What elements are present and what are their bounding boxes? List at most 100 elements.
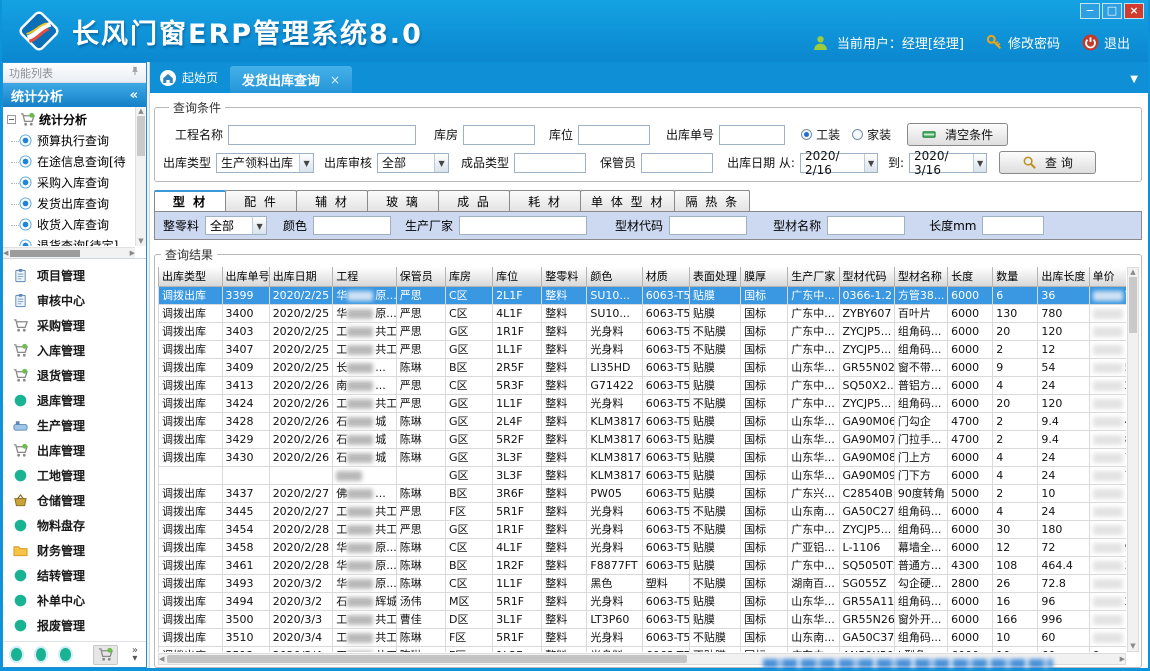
sidebar-item-3[interactable]: 入库管理 <box>3 338 146 363</box>
column-header-5[interactable]: 库房 <box>445 267 492 286</box>
table-row[interactable]: 调拨出库34542020/2/28工共工程严思G区1R1F整料光身料6063-T… <box>159 520 1127 538</box>
length-input[interactable] <box>982 216 1044 235</box>
sidebar-item-5[interactable]: 退库管理 <box>3 388 146 413</box>
sidebar-item-11[interactable]: 财务管理 <box>3 538 146 563</box>
table-row[interactable]: G区3L3F整料KLM38176063-T5贴膜国标山东华...GA90M09.… <box>159 466 1127 484</box>
table-row[interactable]: 调拨出库33992020/2/25华原...严思C区2L1F整料SU10...6… <box>159 286 1127 304</box>
maker-input[interactable] <box>459 216 587 235</box>
tree-item-2[interactable]: 采购入库查询 <box>5 172 134 193</box>
column-header-9[interactable]: 材质 <box>642 267 689 286</box>
column-header-3[interactable]: 工程 <box>333 267 397 286</box>
sidebar-item-13[interactable]: 补单中心 <box>3 588 146 613</box>
tree-item-5[interactable]: 退货查询[待定] <box>5 235 134 246</box>
grid-vertical-scrollbar[interactable]: ▲▼ <box>1127 267 1139 652</box>
material-tab-3[interactable]: 玻 璃 <box>367 190 439 211</box>
quick-dot-icon[interactable] <box>11 648 22 661</box>
material-tab-1[interactable]: 配 件 <box>225 190 297 211</box>
quick-cart-button[interactable] <box>93 645 118 665</box>
column-header-10[interactable]: 表面处理 <box>689 267 740 286</box>
close-button[interactable]: × <box>1124 3 1144 19</box>
column-header-4[interactable]: 保管员 <box>396 267 445 286</box>
clear-conditions-button[interactable]: 清空条件 <box>907 123 1008 146</box>
column-header-16[interactable]: 数量 <box>993 267 1038 286</box>
sidebar-item-12[interactable]: 结转管理 <box>3 563 146 588</box>
tree-item-3[interactable]: 发货出库查询 <box>5 193 134 214</box>
pin-icon[interactable] <box>130 66 140 79</box>
sidebar-item-2[interactable]: 采购管理 <box>3 313 146 338</box>
table-row[interactable]: 调拨出库34242020/2/26工共工程严思G区1L1F整料光身料6063-T… <box>159 394 1127 412</box>
column-header-6[interactable]: 库位 <box>493 267 542 286</box>
column-header-8[interactable]: 颜色 <box>587 267 642 286</box>
table-row[interactable]: 调拨出库34132020/2/26南...严思C区5R3F整料G71422606… <box>159 376 1127 394</box>
material-tab-5[interactable]: 耗 材 <box>509 190 581 211</box>
column-header-7[interactable]: 整零料 <box>542 267 587 286</box>
profile-code-input[interactable] <box>669 216 747 235</box>
table-row[interactable]: 调拨出库34282020/2/26石城陈琳G区2L4F整料KLM38176063… <box>159 412 1127 430</box>
sidebar-item-9[interactable]: 仓储管理 <box>3 488 146 513</box>
sidebar-item-6[interactable]: 生产管理 <box>3 413 146 438</box>
tree-item-0[interactable]: 预算执行查询 <box>5 130 134 151</box>
date-from-select[interactable]: 2020/ 2/16▼ <box>800 153 878 173</box>
table-row[interactable]: 调拨出库34452020/2/27工共工程严思F区5R1F整料光身料6063-T… <box>159 502 1127 520</box>
sidebar-item-7[interactable]: 出库管理 <box>3 438 146 463</box>
sidebar-item-14[interactable]: 报废管理 <box>3 613 146 638</box>
sidebar-item-0[interactable]: 项目管理 <box>3 263 146 288</box>
table-row[interactable]: 调拨出库34942020/3/2石辉城汤伟M区5R1F整料光身料6063-T5贴… <box>159 592 1127 610</box>
column-header-11[interactable]: 膜厚 <box>741 267 788 286</box>
project-name-input[interactable] <box>228 125 416 145</box>
change-password-button[interactable]: 修改密码 <box>986 33 1060 52</box>
material-tab-2[interactable]: 辅 材 <box>296 190 368 211</box>
table-row[interactable]: 调拨出库34932020/3/2华原...陈琳C区1L1F整料黑色塑料不贴膜国标… <box>159 574 1127 592</box>
material-tab-4[interactable]: 成 品 <box>438 190 510 211</box>
column-header-2[interactable]: 出库日期 <box>269 267 333 286</box>
tab-list-dropdown-icon[interactable]: ▼ <box>1130 74 1138 85</box>
collapse-icon[interactable]: « <box>130 88 138 103</box>
keeper-input[interactable] <box>641 153 713 173</box>
quick-dot-icon[interactable] <box>60 648 71 661</box>
table-row[interactable]: 调拨出库34072020/2/25工共工程严思G区1L1F整料光身料6063-T… <box>159 340 1127 358</box>
radio-option-0[interactable]: 工装 <box>801 126 840 143</box>
sidebar-item-4[interactable]: 退货管理 <box>3 363 146 388</box>
search-button[interactable]: 查 询 <box>999 151 1096 174</box>
tree-horizontal-scrollbar[interactable]: ◀▶ <box>3 247 135 258</box>
column-header-17[interactable]: 出库长度 <box>1038 267 1089 286</box>
table-row[interactable]: 调拨出库34372020/2/27佛...陈琳B区3R6F整料PW056063-… <box>159 484 1127 502</box>
stats-panel-header[interactable]: 统计分析 « <box>3 83 146 107</box>
out-type-select[interactable]: 生产领料出库▼ <box>216 153 314 173</box>
table-row[interactable]: 调拨出库34292020/2/26石城陈琳G区5R2F整料KLM38176063… <box>159 430 1127 448</box>
material-tab-6[interactable]: 单 体 型 材 <box>580 190 675 211</box>
audit-select[interactable]: 全部▼ <box>377 153 449 173</box>
tab-home[interactable]: 起始页 <box>150 69 230 93</box>
logout-button[interactable]: 退出 <box>1082 33 1130 52</box>
column-header-13[interactable]: 型材代码 <box>839 267 894 286</box>
location-input[interactable] <box>578 125 650 145</box>
column-header-1[interactable]: 出库单号 <box>222 267 269 286</box>
more-buttons-chevron[interactable]: »▾ <box>132 647 138 663</box>
tree-vertical-scrollbar[interactable]: ▲▼ <box>135 107 146 246</box>
tab-close-icon[interactable]: × <box>330 73 340 87</box>
order-no-input[interactable] <box>719 125 785 145</box>
column-header-15[interactable]: 长度 <box>948 267 993 286</box>
column-header-12[interactable]: 生产厂家 <box>788 267 839 286</box>
quick-dot-icon[interactable] <box>36 648 47 661</box>
column-header-14[interactable]: 型材名称 <box>894 267 947 286</box>
sidebar-item-8[interactable]: 工地管理 <box>3 463 146 488</box>
tab-shipping-outbound-query[interactable]: 发货出库查询 × <box>230 66 352 93</box>
tree-item-4[interactable]: 收货入库查询 <box>5 214 134 235</box>
sidebar-item-10[interactable]: 物料盘存 <box>3 513 146 538</box>
sidebar-item-1[interactable]: 审核中心 <box>3 288 146 313</box>
whole-part-select[interactable]: 全部▼ <box>205 216 267 235</box>
table-row[interactable]: 调拨出库35002020/3/3工共工程曹佳D区3L1F整料LT3P606063… <box>159 610 1127 628</box>
material-tab-7[interactable]: 隔 热 条 <box>674 190 750 211</box>
minimize-button[interactable]: − <box>1080 3 1100 19</box>
material-tab-0[interactable]: 型 材 <box>154 190 226 211</box>
profile-name-input[interactable] <box>827 216 905 235</box>
radio-option-1[interactable]: 家装 <box>852 126 891 143</box>
table-row[interactable]: 调拨出库34612020/2/28华原...陈琳B区1R2F整料F8877FT6… <box>159 556 1127 574</box>
table-row[interactable]: 调拨出库34092020/2/25长...陈琳B区2R5F整料LI35HD606… <box>159 358 1127 376</box>
tree-root[interactable]: − 统计分析 <box>5 109 134 130</box>
table-row[interactable]: 调拨出库34002020/2/25华原...严思C区4L1F整料SU10...6… <box>159 304 1127 322</box>
tree-item-1[interactable]: 在途信息查询[待 <box>5 151 134 172</box>
warehouse-input[interactable] <box>463 125 535 145</box>
product-type-input[interactable] <box>514 153 586 173</box>
